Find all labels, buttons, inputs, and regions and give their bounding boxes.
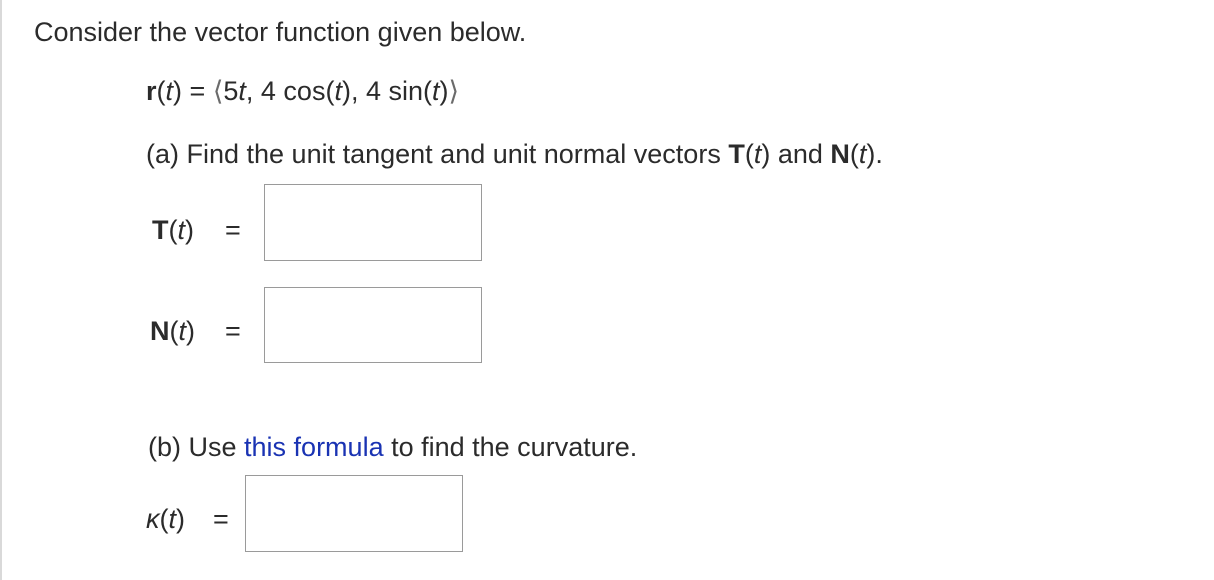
paren: ( bbox=[168, 215, 178, 245]
part-b-text: to find the curvature. bbox=[383, 432, 638, 462]
paren: ( bbox=[159, 504, 169, 534]
component-text: 5 bbox=[223, 76, 239, 106]
paren: ( bbox=[156, 76, 166, 106]
curvature-answer-input[interactable] bbox=[245, 475, 463, 552]
paren: ). bbox=[866, 139, 883, 169]
part-a-text: (a) Find the unit tangent and unit norma… bbox=[146, 139, 729, 169]
component-text: , 4 cos( bbox=[245, 76, 335, 106]
equals-sign: = bbox=[213, 504, 229, 534]
part-b-text: (b) Use bbox=[148, 432, 245, 462]
paren: ) bbox=[176, 504, 186, 534]
paren: ( bbox=[849, 139, 859, 169]
T-label: T(t) bbox=[152, 214, 194, 246]
paren: ) bbox=[186, 316, 196, 346]
vector-function-definition: r(t) = ⟨5t, 4 cos(t), 4 sin(t)⟩ bbox=[146, 75, 459, 107]
r-symbol: r bbox=[146, 76, 157, 106]
intro-text: Consider the vector function given below… bbox=[34, 17, 527, 47]
left-border bbox=[0, 0, 2, 580]
T-symbol: T bbox=[728, 139, 745, 169]
left-angle-bracket: ⟨ bbox=[212, 76, 224, 106]
paren: ) bbox=[761, 139, 771, 169]
var-t: t bbox=[177, 215, 186, 245]
var-t: t bbox=[178, 316, 187, 346]
T-symbol: T bbox=[152, 215, 169, 245]
paren-equals: ) = bbox=[173, 76, 206, 106]
T-answer-input[interactable] bbox=[264, 184, 482, 261]
and-text: and bbox=[770, 139, 831, 169]
N-label: N(t) bbox=[150, 315, 195, 347]
formula-link[interactable]: this formula bbox=[244, 432, 384, 462]
paren: ) bbox=[185, 215, 195, 245]
part-b-prompt: (b) Use this formula to find the curvatu… bbox=[148, 431, 637, 463]
N-answer-input[interactable] bbox=[264, 287, 482, 363]
var-t: t bbox=[431, 76, 440, 106]
part-a-prompt: (a) Find the unit tangent and unit norma… bbox=[146, 138, 883, 170]
paren: ( bbox=[169, 316, 179, 346]
paren: ( bbox=[744, 139, 754, 169]
kappa-label: κ(t) bbox=[146, 503, 185, 535]
component-text: ), 4 sin( bbox=[341, 76, 432, 106]
N-symbol: N bbox=[150, 316, 170, 346]
var-t: t bbox=[334, 76, 342, 106]
var-t: t bbox=[165, 76, 174, 106]
var-t: t bbox=[238, 76, 246, 106]
N-symbol: N bbox=[830, 139, 850, 169]
right-angle-bracket: ⟩ bbox=[448, 76, 460, 106]
var-t: t bbox=[168, 504, 177, 534]
component-text: ) bbox=[439, 76, 449, 106]
kappa-symbol: κ bbox=[146, 504, 160, 534]
equals-sign: = bbox=[225, 316, 241, 346]
equals-sign: = bbox=[225, 215, 241, 245]
